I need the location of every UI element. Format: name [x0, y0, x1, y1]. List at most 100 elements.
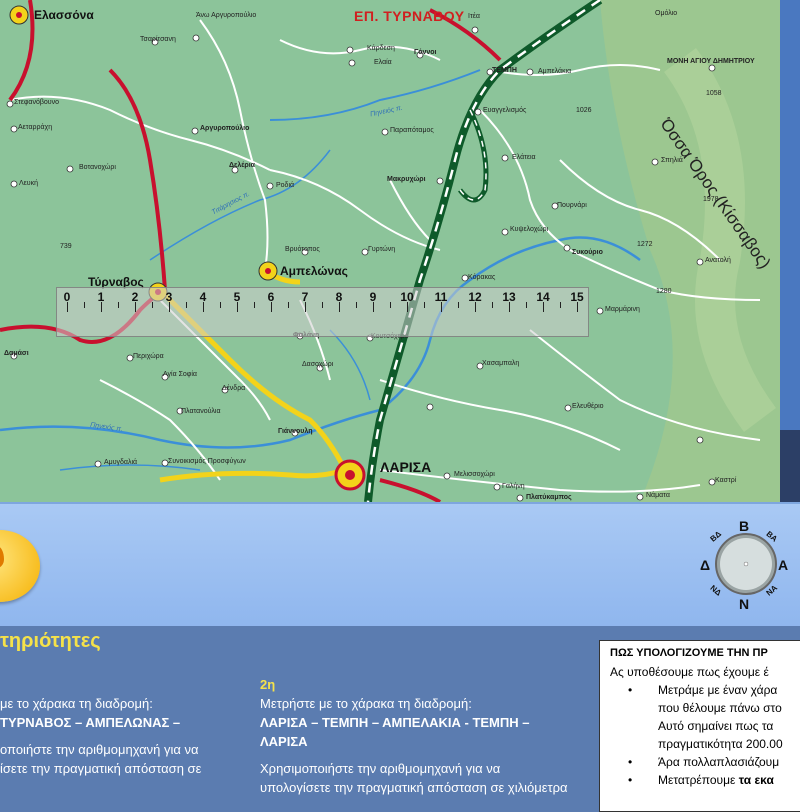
ruler-tick [186, 302, 187, 308]
scale-info-box: ΠΩΣ ΥΠΟΛΟΓΙΖΟΥΜΕ ΤΗΝ ΠΡ Ας υποθέσουμε πω… [599, 640, 800, 812]
ruler-tick [560, 302, 561, 308]
info-bullet-1-line: πραγματικότητα 200.00 [658, 737, 783, 751]
place-label: Ελάτεια [512, 154, 536, 161]
place-label: Δελέρια [229, 162, 255, 169]
info-bullet-3-prefix: Μετατρέπουμε [658, 773, 739, 787]
place-label: Λευκή [19, 180, 39, 187]
activity-1-calc-line: οποιήστε την αριθμομηχανή για να [0, 742, 199, 757]
place-label: Κόρακας [468, 274, 496, 281]
place-label: Συνοικισμός Προσφύγων [168, 458, 246, 465]
prefecture-label: ΕΠ. ΤΥΡΝΑΒΟΥ [354, 8, 465, 24]
activity-2-number: 2η [260, 677, 276, 692]
place-label: Πουρνάρι [557, 202, 587, 209]
compass-rose: Β Ν Α Δ ΒΔ ΒΑ ΝΔ ΝΑ [700, 518, 792, 612]
info-bullet-3-bold: τα εκα [738, 773, 774, 787]
bullet-icon: • [628, 683, 633, 697]
place-label: Καστρί [715, 477, 737, 484]
place-label: Πλατανούλια [181, 408, 221, 415]
ruler-tick [526, 302, 527, 308]
activity-1-instruction: με το χάρακα τη διαδρομή: [0, 696, 153, 711]
info-bullet-2: Άρα πολλαπλασιάζουμ [658, 755, 780, 769]
ruler-tick [577, 302, 578, 312]
ruler-tick [424, 302, 425, 308]
place-label: Κάρδεση [367, 45, 395, 52]
place-label: Βρυότοπος [285, 246, 320, 253]
ruler-tick [67, 302, 68, 312]
ruler-tick [237, 302, 238, 312]
place-label: Ελευθέριο [572, 403, 604, 410]
place-label: Δασοχώρι [302, 361, 334, 368]
ruler-tick [390, 302, 391, 308]
activity-2-calc-text: Χρησιμοποιήστε την αριθμομηχανή για να υ… [260, 761, 568, 795]
elevation-label: 739 [60, 243, 72, 250]
place-label: Δαμάσι [4, 350, 29, 357]
place-label: Μαρμάρινη [605, 306, 640, 313]
place-label: Αργυροπούλιο [200, 125, 250, 132]
activity-1-calc-line-2: ίσετε την πραγματική απόσταση σε [0, 761, 202, 776]
city-label-ampelonas: Αμπελώνας [280, 264, 348, 278]
ruler-tick [441, 302, 442, 312]
ruler-tick [339, 302, 340, 312]
measuring-ruler[interactable]: 0 1 2 3 4 5 6 7 8 9 10 11 12 13 14 15 [56, 287, 589, 337]
compass-west: Δ [700, 557, 711, 573]
compass-east: Α [778, 557, 789, 573]
city-label-larisa: ΛΑΡΙΣΑ [380, 459, 432, 475]
place-label: Γόννοι [414, 49, 437, 56]
ruler-tick [203, 302, 204, 312]
place-label: Σπηλιά [661, 157, 683, 164]
place-label: ΤΕΜΠΗ [492, 67, 517, 74]
ruler-tick [220, 302, 221, 308]
elevation-label: 1280 [656, 288, 672, 295]
info-intro: Ας υποθέσουμε πως έχουμε έ [610, 665, 769, 679]
info-title: ΠΩΣ ΥΠΟΛΟΓΙΖΟΥΜΕ ΤΗΝ ΠΡ [610, 647, 768, 659]
place-label: Αεταρράχη [18, 124, 53, 131]
bullet-icon: • [628, 755, 633, 769]
place-label: Αγία Σοφία [163, 371, 197, 378]
activity-1-route: ΤΥΡΝΑΒΟΣ – ΑΜΠΕΛΩΝΑΣ – [0, 715, 181, 730]
ruler-tick [373, 302, 374, 312]
place-label: Στεφανόβουνο [14, 99, 59, 106]
ruler-tick [271, 302, 272, 312]
elevation-label: 1058 [706, 90, 722, 97]
topographic-map: ΕΠ. ΤΥΡΝΑΒΟΥ ΛΑΡΙΣΑ Τύρναβος Αμπελώνας Ε… [0, 0, 780, 502]
activity-1: με το χάρακα τη διαδρομή: ΤΥΡΝΑΒΟΣ – ΑΜΠ… [0, 694, 250, 778]
place-label: Περιχώρα [133, 353, 164, 360]
place-label: Ροδιά [276, 182, 295, 189]
place-label: ΜΟΝΗ ΑΓΙΟΥ ΔΗΜΗΤΡΙΟΥ [667, 58, 755, 65]
place-label: Αμπελάκια [538, 68, 572, 75]
info-bullet-1-line: που θέλουμε πάνω στο [658, 701, 782, 715]
ruler-tick [458, 302, 459, 308]
activity-2-route: ΛΑΡΙΣΑ – ΤΕΜΠΗ – ΑΜΠΕΛΑΚΙΑ - ΤΕΜΠΗ – ΛΑΡ… [260, 715, 530, 749]
place-label: Ευαγγελισμός [483, 107, 527, 114]
activity-2: 2η Μετρήστε με το χάρακα τη διαδρομή: ΛΑ… [260, 675, 570, 797]
ruler-tick [492, 302, 493, 308]
ruler-tick [84, 302, 85, 308]
ruler-tick [101, 302, 102, 312]
ruler-tick [543, 302, 544, 312]
ruler-tick [475, 302, 476, 312]
place-label: Ιτέα [468, 13, 480, 20]
ruler-tick [135, 302, 136, 312]
place-label: Γυρτώνη [368, 246, 396, 253]
ruler-tick [288, 302, 289, 308]
ruler-tick [254, 302, 255, 308]
map-frame-edge [780, 0, 800, 502]
info-bullet-3: Μετατρέπουμε τα εκα [658, 773, 774, 787]
place-label: Παραπόταμος [390, 127, 434, 134]
place-label: Μελισσοχώρι [454, 471, 495, 478]
place-label: Δένδρα [222, 385, 246, 392]
compass-north: Β [739, 518, 750, 534]
ruler-tick [169, 302, 170, 312]
ruler-tick [509, 302, 510, 312]
ruler-tick [356, 302, 357, 308]
activity-2-instruction: Μετρήστε με το χάρακα τη διαδρομή: [260, 696, 472, 711]
elevation-label: 1272 [637, 241, 653, 248]
compass-south: Ν [739, 596, 750, 612]
place-label: Κυψελοχώρι [510, 226, 549, 233]
place-label: Ελαία [374, 59, 392, 66]
ruler-tick [118, 302, 119, 308]
activities-heading: τηριότητες [0, 630, 101, 652]
ruler-tick [322, 302, 323, 308]
bullet-icon: • [628, 773, 633, 787]
ruler-tick [407, 302, 408, 312]
